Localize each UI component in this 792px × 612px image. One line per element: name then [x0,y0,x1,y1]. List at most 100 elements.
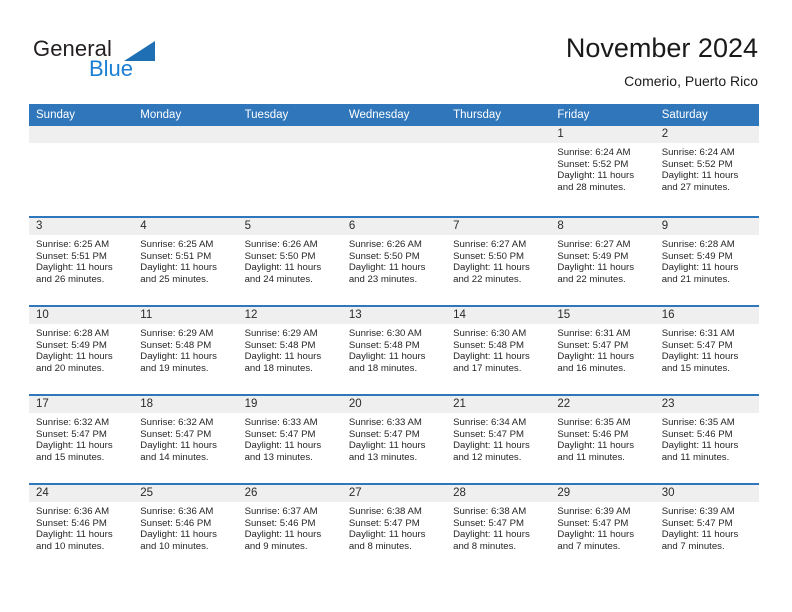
day-number: 7 [446,218,551,235]
day-number: 3 [29,218,134,235]
day-details: Sunrise: 6:30 AM Sunset: 5:48 PM Daylight:… [342,324,446,374]
sunrise-text: Sunrise: 6:25 AM [140,239,214,250]
day-number: 29 [550,485,655,502]
calendar-day-cell[interactable]: 7 Sunrise: 6:27 AM Sunset: 5:50 PM Daylight… [446,218,551,305]
sunrise-text: Sunrise: 6:39 AM [557,506,631,517]
calendar-day-cell[interactable]: 29 Sunrise: 6:39 AM Sunset: 5:47 PM Dayligh… [550,485,655,572]
day-number: 24 [29,485,134,502]
calendar-day-cell[interactable]: 26 Sunrise: 6:37 AM Sunset: 5:46 PM Dayligh… [237,485,342,572]
calendar-day-cell[interactable]: 19 Sunrise: 6:33 AM Sunset: 5:47 PM Dayligh… [237,396,342,483]
calendar-week-row: 17 Sunrise: 6:32 AM Sunset: 5:47 PM Dayligh… [29,394,759,483]
day-number: 8 [550,218,655,235]
calendar-day-cell[interactable]: 30 Sunrise: 6:39 AM Sunset: 5:47 PM Dayligh… [654,485,759,572]
day-details: Sunrise: 6:29 AM Sunset: 5:48 PM Daylight:… [133,324,237,374]
daylight-text-line1: Daylight: 11 hours [453,262,530,274]
calendar-day-cell[interactable]: 5 Sunrise: 6:26 AM Sunset: 5:50 PM Daylight… [237,218,342,305]
sunrise-text: Sunrise: 6:31 AM [661,328,735,339]
calendar-day-cell[interactable]: 2 Sunrise: 6:24 AM Sunset: 5:52 PM Daylight… [654,126,759,216]
calendar-page: General Blue November 2024 Comerio, Puer… [0,0,792,612]
sunrise-text: Sunrise: 6:36 AM [140,506,214,517]
calendar-day-cell[interactable]: 17 Sunrise: 6:32 AM Sunset: 5:47 PM Dayligh… [29,396,134,483]
daylight-text-line1: Daylight: 11 hours [140,262,217,274]
daylight-text-line1: Daylight: 11 hours [244,262,322,274]
sunrise-text: Sunrise: 6:32 AM [140,417,214,428]
calendar-day-cell[interactable]: 24 Sunrise: 6:36 AM Sunset: 5:46 PM Dayligh… [29,485,134,572]
calendar-day-cell-empty [237,126,342,216]
calendar-day-cell[interactable]: 20 Sunrise: 6:33 AM Sunset: 5:47 PM Dayligh… [341,396,447,483]
daylight-text-line2: and 22 minutes. [453,273,522,285]
calendar-day-cell[interactable]: 3 Sunrise: 6:25 AM Sunset: 5:51 PM Daylight… [29,218,134,305]
daylight-text-line1: Daylight: 11 hours [661,262,739,274]
daylight-text-line2: and 27 minutes. [661,181,730,193]
daylight-text-line1: Daylight: 11 hours [348,351,426,363]
sunrise-text: Sunrise: 6:34 AM [453,417,527,428]
calendar-day-cell[interactable]: 9 Sunrise: 6:28 AM Sunset: 5:49 PM Daylight… [654,218,759,305]
daylight-text-line1: Daylight: 11 hours [557,170,635,182]
daylight-text-line2: and 9 minutes. [244,540,308,552]
calendar-day-cell[interactable]: 27 Sunrise: 6:38 AM Sunset: 5:47 PM Dayligh… [341,485,447,572]
calendar-day-cell[interactable]: 25 Sunrise: 6:36 AM Sunset: 5:46 PM Dayligh… [133,485,238,572]
calendar-day-cell[interactable]: 4 Sunrise: 6:25 AM Sunset: 5:51 PM Daylight… [133,218,238,305]
day-number: 4 [133,218,238,235]
day-details: Sunrise: 6:24 AM Sunset: 5:52 PM Daylight:… [550,143,654,193]
daylight-text-line1: Daylight: 11 hours [140,351,217,363]
calendar-day-cell[interactable]: 11 Sunrise: 6:29 AM Sunset: 5:48 PM Dayligh… [133,307,238,394]
day-details: Sunrise: 6:38 AM Sunset: 5:47 PM Daylight:… [446,502,550,552]
daylight-text-line2: and 8 minutes. [348,540,412,552]
daylight-text-line1: Daylight: 11 hours [453,351,530,363]
day-details: Sunrise: 6:27 AM Sunset: 5:49 PM Daylight:… [550,235,654,285]
sunset-text: Sunset: 5:47 PM [557,517,629,529]
daylight-text-line1: Daylight: 11 hours [453,529,530,541]
daylight-text-line1: Daylight: 11 hours [557,529,635,541]
sunrise-text: Sunrise: 6:24 AM [557,147,631,158]
sunrise-text: Sunrise: 6:24 AM [661,147,735,158]
weekday-header-wednesday: Wednesday [348,109,410,121]
sunrise-text: Sunrise: 6:26 AM [244,239,318,250]
calendar-day-cell[interactable]: 18 Sunrise: 6:32 AM Sunset: 5:47 PM Dayligh… [133,396,238,483]
day-details: Sunrise: 6:37 AM Sunset: 5:46 PM Daylight:… [238,502,342,552]
sunset-text: Sunset: 5:46 PM [244,517,316,529]
day-number: 2 [654,126,759,143]
calendar-day-cell[interactable]: 21 Sunrise: 6:34 AM Sunset: 5:47 PM Dayligh… [446,396,551,483]
calendar-week-row: 3 Sunrise: 6:25 AM Sunset: 5:51 PM Daylight… [29,216,759,305]
day-number: 27 [341,485,447,502]
calendar-day-cell[interactable]: 22 Sunrise: 6:35 AM Sunset: 5:46 PM Dayligh… [550,396,655,483]
day-number: 17 [29,396,134,413]
daylight-text-line2: and 7 minutes. [661,540,725,552]
calendar-day-cell[interactable]: 8 Sunrise: 6:27 AM Sunset: 5:49 PM Daylight… [550,218,655,305]
day-number: 25 [133,485,238,502]
calendar-day-cell[interactable]: 13 Sunrise: 6:30 AM Sunset: 5:48 PM Dayligh… [341,307,447,394]
calendar-day-cell[interactable]: 6 Sunrise: 6:26 AM Sunset: 5:50 PM Daylight… [341,218,447,305]
sunset-text: Sunset: 5:47 PM [661,517,733,529]
sunset-text: Sunset: 5:47 PM [453,428,525,440]
day-number: 1 [550,126,655,143]
calendar-day-cell[interactable]: 15 Sunrise: 6:31 AM Sunset: 5:47 PM Dayligh… [550,307,655,394]
day-details: Sunrise: 6:35 AM Sunset: 5:46 PM Daylight:… [655,413,759,463]
calendar-day-cell[interactable]: 12 Sunrise: 6:29 AM Sunset: 5:48 PM Dayligh… [237,307,342,394]
day-number: 22 [550,396,655,413]
sunset-text: Sunset: 5:50 PM [244,250,316,262]
day-details: Sunrise: 6:26 AM Sunset: 5:50 PM Daylight:… [238,235,342,285]
daylight-text-line2: and 7 minutes. [557,540,621,552]
sunset-text: Sunset: 5:47 PM [557,339,629,351]
day-number: 19 [237,396,342,413]
day-number: 18 [133,396,238,413]
calendar-day-cell[interactable]: 10 Sunrise: 6:28 AM Sunset: 5:49 PM Dayligh… [29,307,134,394]
day-details: Sunrise: 6:25 AM Sunset: 5:51 PM Daylight:… [29,235,133,285]
brand-logo[interactable]: General Blue [33,38,213,86]
daylight-text-line2: and 11 minutes. [661,451,730,463]
day-number [29,126,134,143]
calendar-day-cell[interactable]: 16 Sunrise: 6:31 AM Sunset: 5:47 PM Dayligh… [654,307,759,394]
calendar-day-cell[interactable]: 23 Sunrise: 6:35 AM Sunset: 5:46 PM Dayligh… [654,396,759,483]
sunset-text: Sunset: 5:47 PM [661,339,733,351]
page-header: General Blue November 2024 Comerio, Puer… [0,0,792,100]
calendar-day-cell[interactable]: 28 Sunrise: 6:38 AM Sunset: 5:47 PM Dayligh… [446,485,551,572]
sunset-text: Sunset: 5:47 PM [36,428,107,440]
sunset-text: Sunset: 5:48 PM [244,339,316,351]
daylight-text-line1: Daylight: 11 hours [244,529,322,541]
calendar-day-cell[interactable]: 1 Sunrise: 6:24 AM Sunset: 5:52 PM Daylight… [550,126,655,216]
sunrise-text: Sunrise: 6:26 AM [348,239,422,250]
calendar-day-cell[interactable]: 14 Sunrise: 6:30 AM Sunset: 5:48 PM Dayligh… [446,307,551,394]
daylight-text-line2: and 13 minutes. [244,451,313,463]
day-details: Sunrise: 6:32 AM Sunset: 5:47 PM Daylight:… [133,413,237,463]
